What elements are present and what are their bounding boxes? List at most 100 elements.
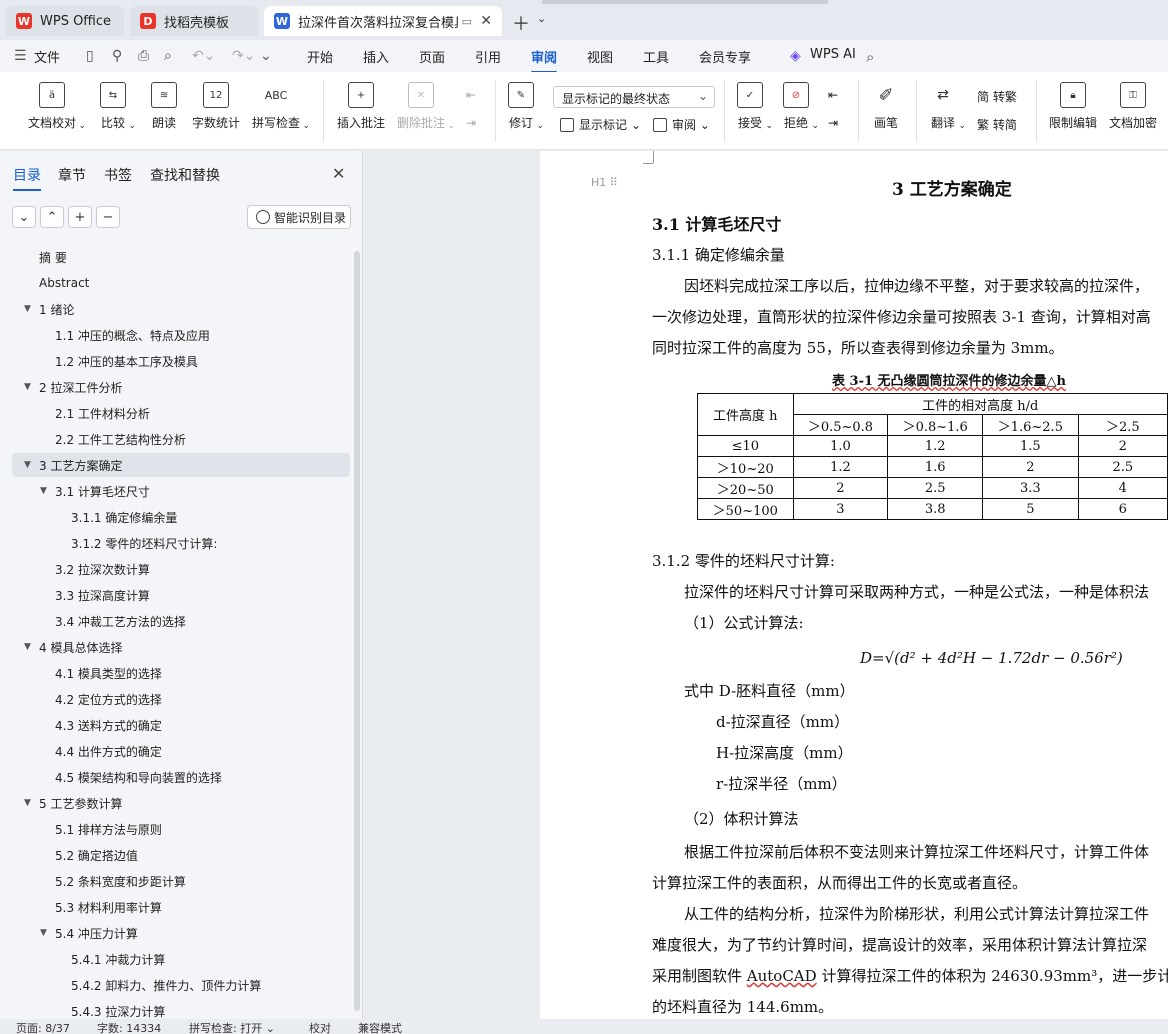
ink-button[interactable]: ✐ 画笔 [873,82,899,131]
revise-button[interactable]: ✎ 修订 ⌄ [508,82,544,131]
toc-item[interactable]: 5 工艺参数计算 [39,791,122,815]
toc-item[interactable]: 2.1 工件材料分析 [55,401,150,425]
doc-check-button[interactable]: ä 文档校对 ⌄ [28,82,86,131]
spell-check-button[interactable]: ABC 拼写检查 ⌄ [252,82,310,132]
monitor-icon[interactable]: ▭ [462,15,472,28]
print-preview-icon[interactable]: ⌕ [164,48,172,64]
compare-button[interactable]: ⇆ 比较 ⌄ [100,82,136,131]
page-indicator[interactable]: 页面: 8/37 [16,1020,70,1034]
new-tab-icon[interactable]: ＋ [512,10,530,36]
toc-item[interactable]: 3.3 拉深高度计算 [55,583,150,607]
share-icon[interactable]: ⚲ [112,48,122,64]
toc-item[interactable]: 2 拉深工件分析 [39,375,122,399]
expand-arrow-icon[interactable]: ▼ [40,486,47,496]
toc-item[interactable]: 3.1.2 零件的坯料尺寸计算: [71,531,217,555]
redo-icon[interactable]: ↷⌄ [232,48,255,64]
tab-document[interactable]: W 拉深件首次落料拉深复合模具设计 ▭ ✕ [264,6,502,36]
tab-sections[interactable]: 章节 [58,165,86,185]
toc-item[interactable]: 摘 要 [39,245,67,269]
chevron-down-icon[interactable]: ⌄ [537,12,546,25]
undo-icon[interactable]: ↶⌄ [192,48,215,64]
spell-check-indicator[interactable]: 拼写检查: 打开 ⌄ [189,1020,275,1034]
next-comment-icon[interactable]: ⇥ [466,116,476,130]
toc-item[interactable]: 4.5 模架结构和导向装置的选择 [55,765,222,789]
toc-item[interactable]: 4.4 出件方式的确定 [55,739,162,763]
move-up-button[interactable]: ⌃ [40,206,64,228]
menu-file[interactable]: 文件 [34,47,60,66]
toc-item[interactable]: 5.1 排样方法与原则 [55,817,162,841]
toc-item[interactable]: 5.2 确定搭边值 [55,843,138,867]
toc-item[interactable]: 4.1 模具类型的选择 [55,661,162,685]
menu-page[interactable]: 页面 [419,47,445,66]
next-change-icon[interactable]: ⇥ [828,116,838,130]
menu-wps-ai[interactable]: WPS AI [810,47,856,62]
tab-find-replace[interactable]: 查找和替换 [150,165,220,185]
insert-comment-button[interactable]: + 插入批注 [337,82,385,131]
expand-arrow-icon[interactable]: ▼ [24,642,31,652]
menu-insert[interactable]: 插入 [363,47,389,66]
close-tab-icon[interactable]: ✕ [480,13,492,29]
menu-view[interactable]: 视图 [587,47,613,66]
toc-item[interactable]: 4.3 送料方式的确定 [55,713,162,737]
menu-home[interactable]: 开始 [307,47,333,66]
menu-review[interactable]: 审阅 [531,47,558,73]
toc-item[interactable]: 3 工艺方案确定 [12,453,350,477]
document-page[interactable]: H1 ⠿ 3 工艺方案确定 3.1 计算毛坯尺寸 3.1.1 确定修编余量 因坯… [540,151,1168,1019]
encrypt-button[interactable]: ⚿ 文档加密 [1109,82,1157,131]
heading-drag-icon[interactable]: H1 ⠿ [591,176,618,189]
smart-toc-button[interactable]: 智能识别目录 [247,205,351,229]
toc-item[interactable]: 1 绪论 [39,297,74,321]
more-chevron-icon[interactable]: ⌄ [260,48,272,64]
remove-heading-button[interactable]: − [96,206,120,228]
tab-bookmarks[interactable]: 书签 [104,165,132,185]
menu-membership[interactable]: 会员专享 [699,47,751,66]
close-icon[interactable]: ✕ [332,164,345,183]
menu-tools[interactable]: 工具 [643,47,669,66]
translate-button[interactable]: ⇄ 翻译 ⌄ [930,82,966,131]
save-icon[interactable]: ▯ [86,48,94,64]
tab-toc[interactable]: 目录 [13,165,41,191]
show-markup-button[interactable]: 显示标记 ⌄ [560,116,641,133]
toc-item[interactable]: Abstract [39,271,89,295]
toc-item[interactable]: 1.1 冲压的概念、特点及应用 [55,323,210,347]
tab-wps-office[interactable]: W WPS Office [6,6,124,36]
toc-item[interactable]: 5.4.1 冲裁力计算 [71,947,165,971]
expand-arrow-icon[interactable]: ▼ [24,798,31,808]
toc-item[interactable]: 5.4 冲压力计算 [55,921,138,945]
expand-arrow-icon[interactable]: ▼ [24,304,31,314]
toc-item[interactable]: 3.1.1 确定修编余量 [71,505,177,529]
toc-item[interactable]: 5.2 条料宽度和步距计算 [55,869,186,893]
simp-to-trad-button[interactable]: 简 转繁 [977,88,1017,105]
delete-comment-button[interactable]: ✕ 删除批注 ⌄ [397,82,455,131]
toc-item[interactable]: 5.3 材料利用率计算 [55,895,162,919]
expand-arrow-icon[interactable]: ▼ [24,460,31,470]
read-aloud-button[interactable]: ≋ 朗读 [151,82,177,131]
toc-item[interactable]: 5.4.2 卸料力、推件力、顶件力计算 [71,973,261,997]
accept-button[interactable]: ✓ 接受 ⌄ [737,82,773,131]
collapse-button[interactable]: ⌄ [12,206,36,228]
toc-item[interactable]: 3.1 计算毛坯尺寸 [55,479,150,503]
review-pane-button[interactable]: 审阅 ⌄ [653,116,710,133]
proofread-indicator[interactable]: 校对 [309,1020,331,1034]
print-icon[interactable]: ⎙ [138,48,149,64]
toc-item[interactable]: 3.2 拉深次数计算 [55,557,150,581]
expand-arrow-icon[interactable]: ▼ [40,928,47,938]
word-count-indicator[interactable]: 字数: 14334 [97,1020,161,1034]
expand-arrow-icon[interactable]: ▼ [24,382,31,392]
search-icon[interactable]: ⌕ [866,48,874,66]
toc-item[interactable]: 4.2 定位方式的选择 [55,687,162,711]
prev-comment-icon[interactable]: ⇤ [466,88,476,102]
markup-state-select[interactable]: 显示标记的最终状态 ⌄ [553,86,715,108]
add-heading-button[interactable]: + [68,206,92,228]
word-count-button[interactable]: 12 字数统计 [192,82,240,131]
menu-references[interactable]: 引用 [475,47,501,66]
trad-to-simp-button[interactable]: 繁 转简 [977,116,1017,133]
tab-docer-templates[interactable]: D 找稻壳模板 [130,6,258,36]
scrollbar[interactable] [354,251,360,1011]
toc-item[interactable]: 1.2 冲压的基本工序及模具 [55,349,198,373]
reject-button[interactable]: ⊘ 拒绝 ⌄ [783,82,819,131]
toc-item[interactable]: 4 模具总体选择 [39,635,122,659]
hamburger-icon[interactable]: ☰ [14,48,27,64]
restrict-edit-button[interactable]: 🔒︎ 限制编辑 [1049,82,1097,131]
toc-item[interactable]: 2.2 工件工艺结构性分析 [55,427,186,451]
